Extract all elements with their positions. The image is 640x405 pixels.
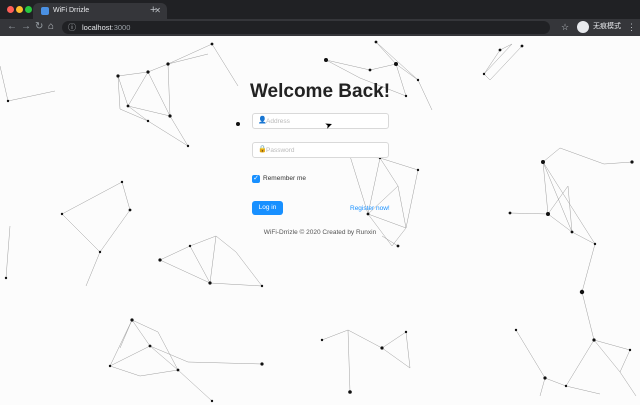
browser-tab[interactable]: WiFi Drrizle ✕ (33, 3, 167, 19)
login-button[interactable]: Log in (252, 201, 283, 215)
back-icon[interactable]: ← (7, 21, 17, 33)
browser-chrome: WiFi Drrizle ✕ + ← → ↻ ⌂ ⓘ localhost:300… (0, 0, 640, 36)
forward-icon[interactable]: → (21, 21, 31, 33)
page-title: Welcome Back! (249, 81, 391, 102)
tab-title: WiFi Drrizle (53, 7, 90, 14)
site-info-icon[interactable]: ⓘ (68, 22, 76, 33)
address-bar-url: localhost:3000 (82, 22, 130, 33)
close-window-icon[interactable] (7, 6, 14, 13)
url-port: :3000 (111, 23, 131, 32)
password-field[interactable]: 🔒 (252, 142, 389, 158)
page-content: Welcome Back! 👤 🔒 ✓ Remember me Log in R… (0, 36, 640, 405)
bookmark-star-icon[interactable]: ☆ (561, 21, 569, 33)
favicon-icon (41, 7, 49, 15)
maximize-window-icon[interactable] (25, 6, 32, 13)
address-field[interactable]: 👤 (252, 113, 389, 129)
new-tab-icon[interactable]: + (150, 4, 156, 16)
more-menu-icon[interactable]: ⋮ (627, 21, 636, 33)
footer-text: WiFi-Drrizle © 2020 Created by Runxin (263, 229, 377, 236)
home-icon[interactable]: ⌂ (48, 21, 54, 33)
reload-icon[interactable]: ↻ (35, 21, 43, 33)
minimize-window-icon[interactable] (16, 6, 23, 13)
tab-strip: WiFi Drrizle ✕ + (0, 0, 640, 19)
profile-label: 无痕模式 (593, 23, 621, 30)
remember-label: Remember me (263, 175, 306, 182)
address-bar[interactable]: ⓘ localhost:3000 (62, 21, 550, 34)
remember-checkbox[interactable]: ✓ (252, 175, 260, 183)
register-link[interactable]: Register now! (350, 204, 390, 214)
password-input[interactable] (266, 143, 384, 157)
browser-toolbar: ← → ↻ ⌂ ⓘ localhost:3000 ☆ 无痕模式 ⋮ (0, 19, 640, 36)
incognito-avatar-icon (577, 21, 589, 33)
url-host: localhost (82, 23, 112, 32)
